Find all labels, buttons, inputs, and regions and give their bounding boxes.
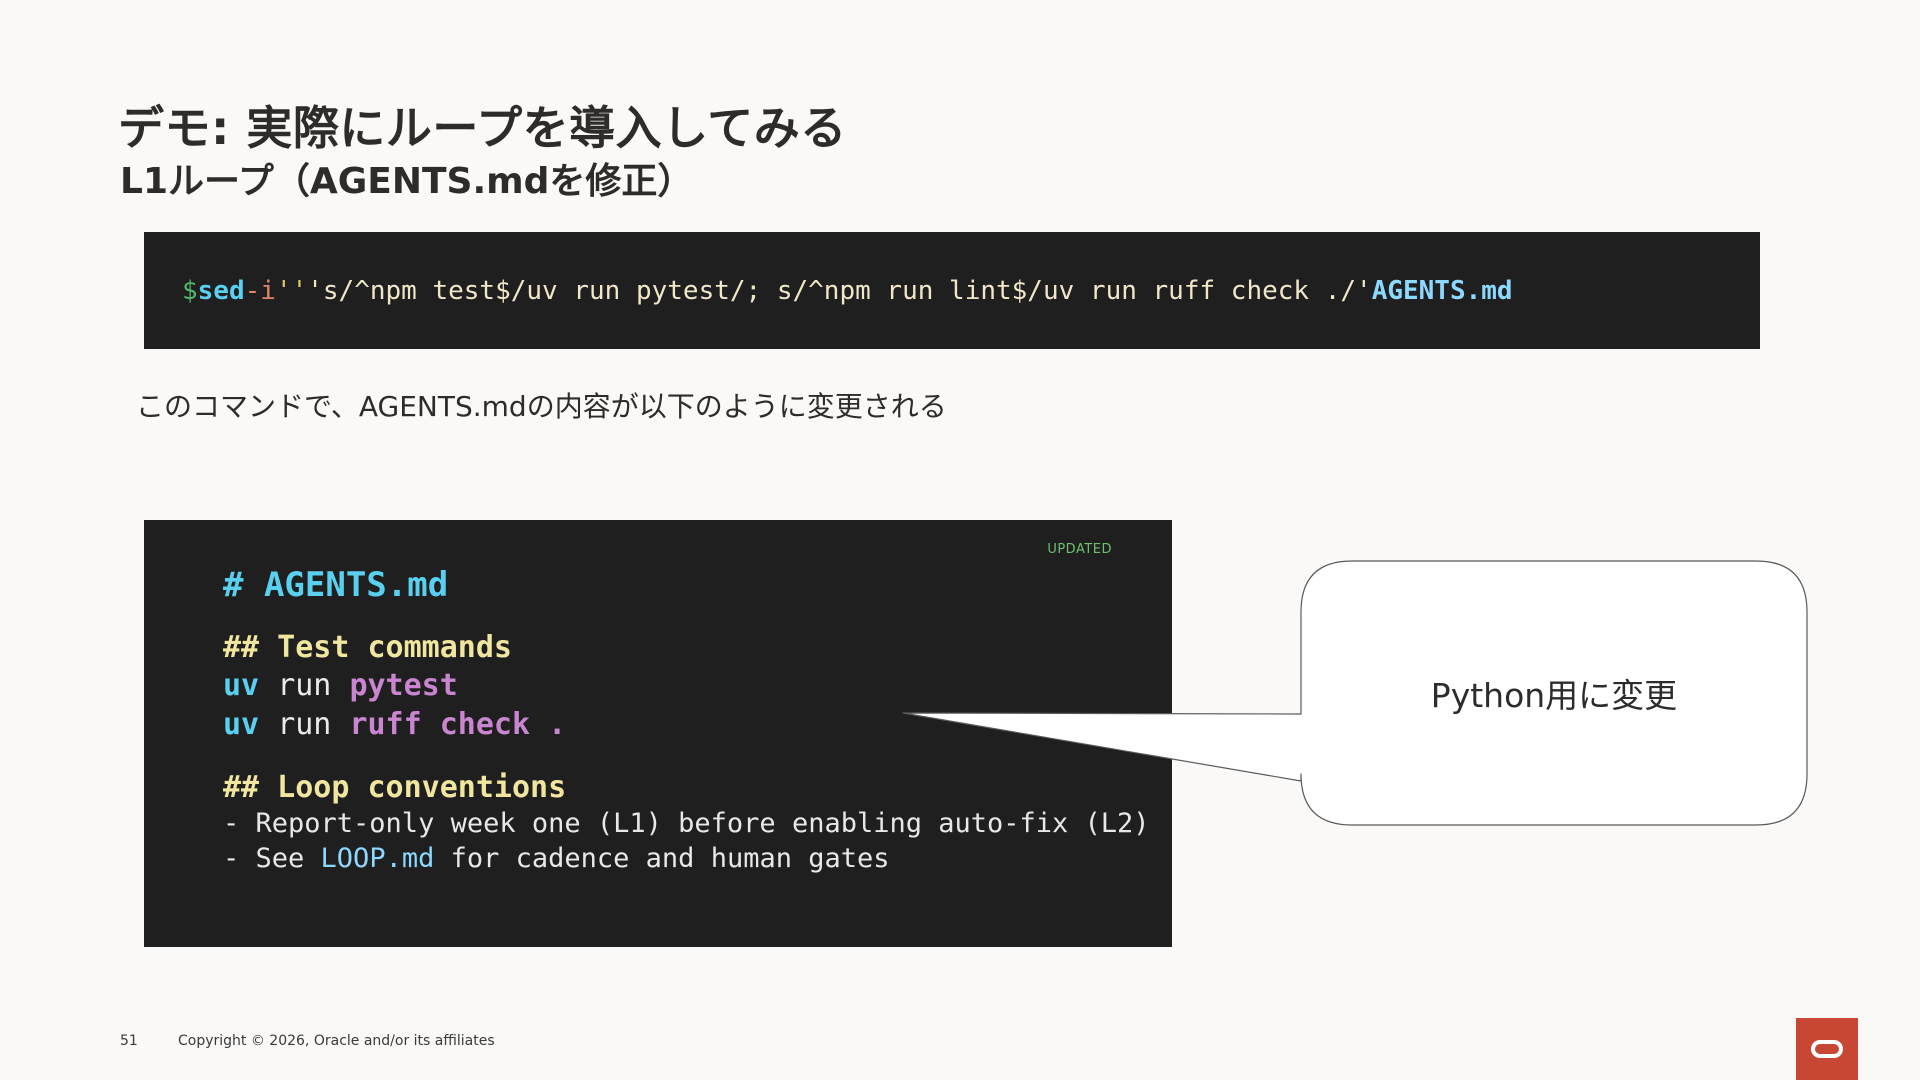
oracle-logo-icon <box>1811 1040 1843 1058</box>
oracle-logo <box>1796 1018 1858 1080</box>
copyright-text: Copyright © 2026, Oracle and/or its affi… <box>178 1033 495 1049</box>
page-number: 51 <box>120 1033 138 1049</box>
callout-shape <box>902 560 1808 826</box>
callout-text: Python用に変更 <box>1430 676 1678 715</box>
